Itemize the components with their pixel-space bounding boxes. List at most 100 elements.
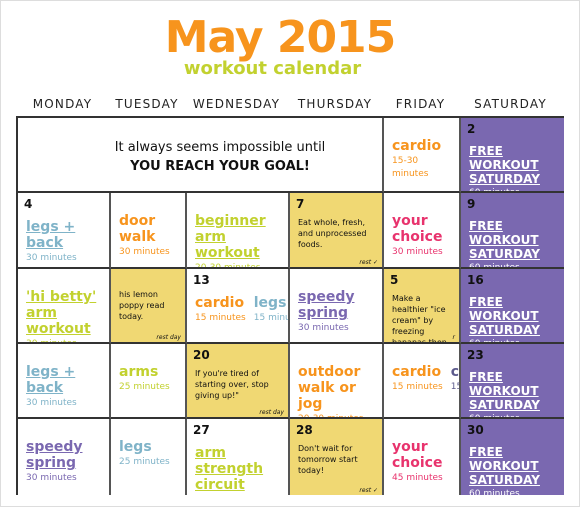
workout-title[interactable]: legs + back [26,219,99,251]
day-number: 16 [467,273,484,287]
workout-entry[interactable]: speedy spring 30 minutes [298,289,372,335]
workout-list: outdoor walk or jog 20-30 minutes [298,364,380,417]
workout-title[interactable]: 'hi betty' arm workout [26,289,99,337]
calendar-day-cell: 30 FREE WORKOUT SATURDAY 60 minutes [461,419,564,495]
workout-entry[interactable]: legs 25 minutes [119,439,170,469]
rest-day-label: rest ✓ [359,487,378,494]
calendar-day-cell: 20 If you're tired of starting over, stop… [187,344,290,419]
workout-entry[interactable]: arm strength circuit25 minutes [195,445,278,495]
workout-title[interactable]: speedy spring [298,289,372,321]
day-number: 27 [193,423,210,437]
workout-title[interactable]: arms [119,364,170,380]
workout-list: FREE WORKOUT SATURDAY 60 minutes [469,144,562,191]
workout-entry[interactable]: arms 25 minutes [119,364,170,394]
calendar-day-cell: speedy spring 30 minutes [290,269,384,344]
day-number: 5 [390,273,399,287]
workout-entry[interactable]: FREE WORKOUT SATURDAY 60 minutes [469,445,554,495]
workout-entry[interactable]: your choice 30 minutes [392,213,449,259]
workout-duration: 30 minutes [26,253,77,263]
workout-entry[interactable]: cardio 15 minutes [195,295,246,325]
workout-entry[interactable]: legs 15 minutes [254,295,288,325]
calendar-day-cell: 27 arm strength circuit25 minutes [187,419,290,495]
workout-entry[interactable]: cardio 15 minutes [392,364,443,394]
workout-entry[interactable]: door walk 30 minutes [119,213,175,259]
workout-duration: 15 min [450,382,459,392]
day-number: 30 [467,423,484,437]
workout-duration: 25 minutes [119,457,170,467]
calendar-day-cell: outdoor walk or jog 20-30 minutes [290,344,384,419]
rest-day-label: r [452,334,455,341]
quote-text: It always seems impossible until YOU REAC… [18,138,382,176]
day-number: 13 [193,273,210,287]
quote-banner: It always seems impossible until YOU REAC… [18,118,384,193]
workout-list: FREE WORKOUT SATURDAY 60 minutes [469,370,562,417]
workout-title[interactable]: core [451,364,459,380]
workout-title[interactable]: FREE WORKOUT SATURDAY [469,295,554,337]
rest-day-label: rest ✓ [359,259,378,266]
calendar-day-cell: beginner arm workout 20-30 minutes [187,193,290,269]
day-number: 28 [296,423,313,437]
workout-title[interactable]: FREE WORKOUT SATURDAY [469,370,554,412]
day-number: 2 [467,122,476,136]
workout-entry[interactable]: legs + back 30 minutes [26,219,99,265]
tip-text: Eat whole, fresh, and unprocessed foods. [298,218,367,249]
workout-duration: 30 minutes [26,398,77,408]
quote-line-1: It always seems impossible until [114,140,326,155]
workout-title[interactable]: cardio [392,138,449,154]
workout-title[interactable]: legs [119,439,170,455]
workout-entry[interactable]: FREE WORKOUT SATURDAY 60 minutes [469,219,554,269]
workout-duration: 20-30 minutes [195,263,261,269]
calendar-day-cell: 'hi betty' arm workout 30 minutes [18,269,111,344]
workout-title[interactable]: beginner arm workout [195,213,278,261]
tip-text: Make a healthier "ice cream" by freezing… [392,294,447,344]
workout-list: speedy spring 30 minutes [298,289,380,335]
calendar-day-cell: legs + back 30 minutes [18,344,111,419]
workout-entry[interactable]: beginner arm workout 20-30 minutes [195,213,278,269]
calendar-day-cell: arms 25 minutes [111,344,187,419]
tip-text: If you're tired of starting over, stop g… [195,369,269,400]
workout-list: your choice 30 minutes [392,213,457,259]
workout-entry[interactable]: 'hi betty' arm workout 30 minutes [26,289,99,342]
workout-list: door walk 30 minutes [119,213,183,259]
workout-entry[interactable]: FREE WORKOUT SATURDAY 60 minutes [469,370,554,417]
page-title: May 2015 [164,12,397,63]
calendar-day-cell: 16 FREE WORKOUT SATURDAY 60 minutes [461,269,564,344]
day-header-wednesday: WEDNESDAY [192,97,281,111]
workout-entry[interactable]: speedy spring 30 minutes [26,439,99,485]
workout-title[interactable]: outdoor walk or jog [298,364,372,412]
calendar-day-cell: speedy spring 30 minutes [18,419,111,495]
workout-title[interactable]: door walk [119,213,175,245]
workout-list: arm strength circuit25 minutes [195,445,286,495]
rest-day-label: rest day [259,409,284,416]
workout-title[interactable]: legs [254,295,288,311]
workout-duration: 30 minutes [26,473,77,483]
calendar-day-cell: 7 Eat whole, fresh, and unprocessed foods… [290,193,384,269]
workout-title[interactable]: arm strength circuit [195,445,278,493]
workout-title[interactable]: your choice [392,213,449,245]
calendar-day-cell: 28 Don't wait for tomorrow start today! re… [290,419,384,495]
workout-title[interactable]: cardio [392,364,443,380]
workout-title[interactable]: legs + back [26,364,99,396]
workout-entry[interactable]: legs + back 30 minutes [26,364,99,410]
day-header-friday: FRIDAY [395,97,446,111]
workout-entry[interactable]: cardio 15-30 minutes [392,138,449,181]
workout-title[interactable]: FREE WORKOUT SATURDAY [469,219,554,261]
workout-title[interactable]: FREE WORKOUT SATURDAY [469,445,554,487]
workout-title[interactable]: speedy spring [26,439,99,471]
workout-duration: 30 minutes [298,323,349,333]
tip-text: his lemon poppy read today. [119,290,165,321]
day-number: 7 [296,197,305,211]
workout-entry[interactable]: outdoor walk or jog 20-30 minutes [298,364,372,417]
workout-entry[interactable]: FREE WORKOUT SATURDAY 60 minutes [469,295,554,342]
workout-entry[interactable]: FREE WORKOUT SATURDAY 60 minutes [469,144,554,191]
rest-day-label: rest day [156,334,181,341]
workout-duration: 60 minutes [469,263,520,269]
workout-entry[interactable]: your choice 45 minutes [392,439,449,485]
workout-title[interactable]: cardio [195,295,246,311]
workout-title[interactable]: FREE WORKOUT SATURDAY [469,144,554,186]
workout-list: legs + back 30 minutes [26,364,107,410]
workout-entry[interactable]: core 15 min [450,364,459,394]
day-number: 9 [467,197,476,211]
quote-line-2: YOU REACH YOUR GOAL! [130,159,310,174]
workout-title[interactable]: your choice [392,439,449,471]
